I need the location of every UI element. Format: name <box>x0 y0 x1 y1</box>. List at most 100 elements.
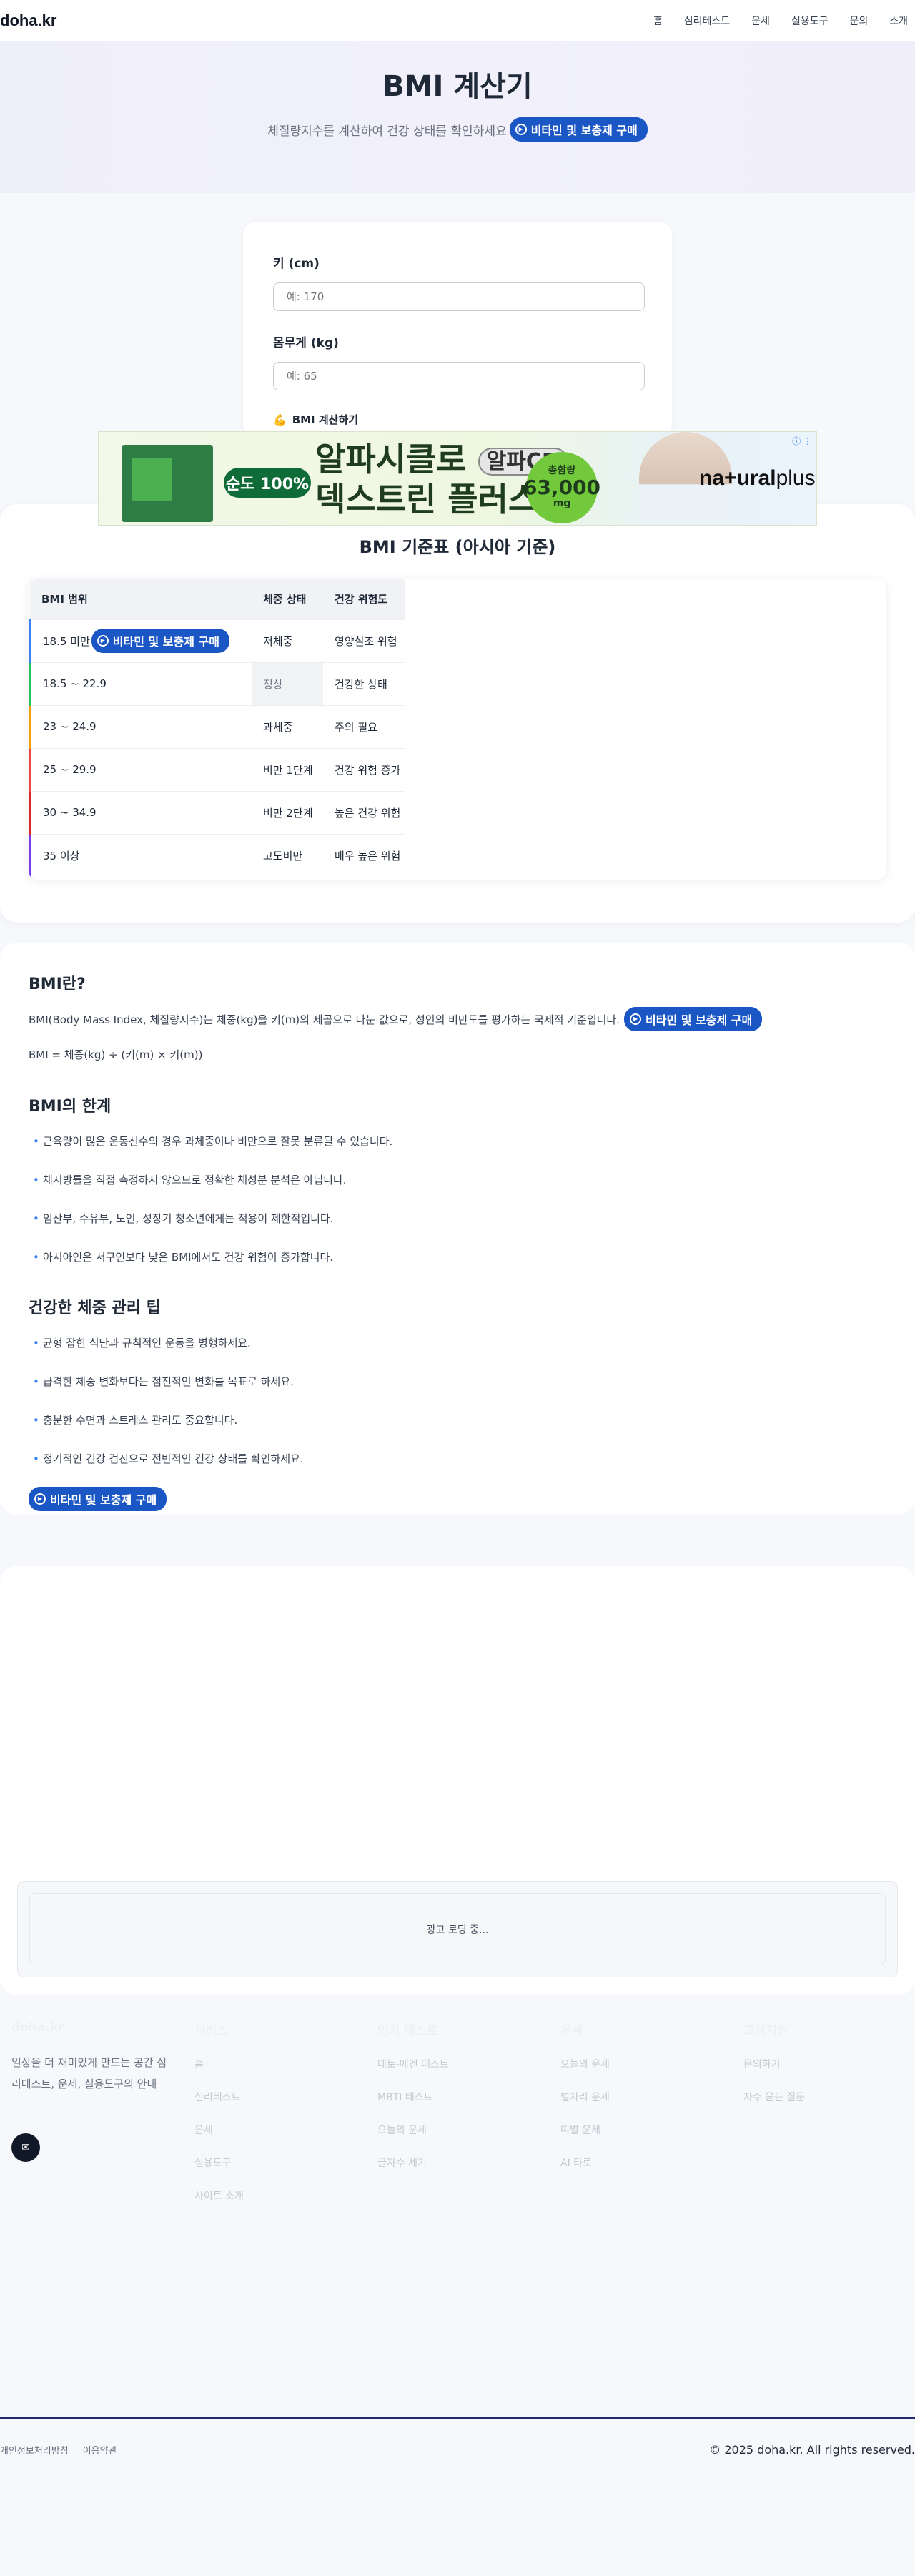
nav-about[interactable]: 소개 <box>889 14 908 28</box>
what-is-bmi-row: BMI(Body Mass Index, 체질량지수)는 체중(kg)을 키(m… <box>29 1007 886 1031</box>
bmi-formula: BMI = 체중(kg) ÷ (키(m) × 키(m)) <box>29 1048 203 1061</box>
top-navigation: doha.kr 홈 심리테스트 운세 실용도구 문의 소개 <box>0 0 915 41</box>
chat-icon[interactable]: ✉ <box>11 2133 40 2162</box>
footer-link[interactable]: MBTI 테스트 <box>377 2090 449 2104</box>
supplement-purchase-link[interactable]: ▶ 비타민 및 보충제 구매 <box>91 629 229 653</box>
health-risk: 건강한 상태 <box>323 662 405 705</box>
legal-links: 개인정보처리방침 이용약관 <box>0 2443 117 2457</box>
supplement-purchase-link[interactable]: ▶ 비타민 및 보충제 구매 <box>509 117 648 142</box>
footer-link[interactable]: 글자수 세기 <box>377 2155 449 2170</box>
footer-link[interactable]: 운세 <box>194 2123 244 2137</box>
table-row: 35 이상 고도비만 매우 높은 위험 <box>29 833 405 877</box>
weight-status: 저체중 <box>252 619 323 662</box>
bmi-range: 25 ~ 29.9 <box>29 747 252 791</box>
play-circle-icon: ▶ <box>630 1013 642 1025</box>
height-input[interactable] <box>273 282 645 311</box>
ad-dosage-badge: 총함량 63,000 mg <box>523 452 601 523</box>
calculate-bmi-button[interactable]: 💪 BMI 계산하기 <box>273 412 358 427</box>
play-circle-icon: ▶ <box>97 635 109 647</box>
supplement-purchase-link[interactable]: ▶ 비타민 및 보충제 구매 <box>29 1487 167 1511</box>
bmi-limits-title: BMI의 한계 <box>29 1098 112 1116</box>
terms-link[interactable]: 이용약관 <box>83 2443 117 2457</box>
bmi-table-card: BMI 범위 체중 상태 건강 위험도 18.5 미만 ▶ 비타민 및 보충제 … <box>29 579 886 880</box>
weight-status: 과체중 <box>252 704 323 748</box>
hero-section: BMI 계산기 체질량지수를 계산하여 건강 상태를 확인하세요 ▶ 비타민 및… <box>0 41 915 193</box>
header-health-risk: 건강 위험도 <box>323 579 405 619</box>
bmi-range-cell: 18.5 미만 ▶ 비타민 및 보충제 구매 <box>29 619 252 662</box>
ad-info-icon[interactable]: ⓘ ⋮ <box>792 435 812 447</box>
weight-status: 고도비만 <box>252 833 323 877</box>
table-row: 30 ~ 34.9 비만 2단계 높은 건강 위험 <box>29 790 405 834</box>
footer-link[interactable]: 문의하기 <box>743 2057 805 2071</box>
footer-link[interactable]: 자주 묻는 질문 <box>743 2090 805 2104</box>
footer-link[interactable]: 테토-에겐 테스트 <box>377 2057 449 2071</box>
flexed-bicep-icon: 💪 <box>273 413 287 426</box>
bmi-range: 18.5 미만 <box>43 634 90 648</box>
bmi-range: 23 ~ 24.9 <box>29 704 252 748</box>
list-item: 아시아인은 서구인보다 낮은 BMI에서도 건강 위험이 증가합니다. <box>29 1244 886 1282</box>
copyright: © 2025 doha.kr. All rights reserved. <box>709 2442 915 2457</box>
ad-loading-container: 광고 로딩 중... <box>17 1881 898 1977</box>
list-item: 근육량이 많은 운동선수의 경우 과체중이나 비만으로 잘못 분류될 수 있습니… <box>29 1128 886 1166</box>
footer-link[interactable]: 띠별 운세 <box>560 2123 610 2137</box>
nav-links: 홈 심리테스트 운세 실용도구 문의 소개 <box>653 14 908 28</box>
list-item: 급격한 체중 변화보다는 점진적인 변화를 목표로 하세요. <box>29 1368 886 1407</box>
privacy-policy-link[interactable]: 개인정보처리방침 <box>0 2443 69 2457</box>
table-row: 25 ~ 29.9 비만 1단계 건강 위험 증가 <box>29 747 405 791</box>
footer-link[interactable]: 오늘의 운세 <box>560 2057 610 2071</box>
nav-tools[interactable]: 실용도구 <box>791 14 829 28</box>
supplement-purchase-label: 비타민 및 보충제 구매 <box>112 635 219 649</box>
height-group: 키 (cm) <box>273 253 645 311</box>
bmi-table: BMI 범위 체중 상태 건강 위험도 18.5 미만 ▶ 비타민 및 보충제 … <box>29 579 405 877</box>
site-logo[interactable]: doha.kr <box>0 11 56 30</box>
ad-brand-logo: na+uralplus <box>699 466 816 491</box>
weight-group: 몸무게 (kg) <box>273 333 645 390</box>
bmi-range: 35 이상 <box>29 833 252 877</box>
play-circle-icon: ▶ <box>34 1493 46 1505</box>
footer-link[interactable]: 실용도구 <box>194 2155 244 2170</box>
weight-status: 비만 1단계 <box>252 747 323 791</box>
health-risk: 영양실조 위험 <box>323 619 405 662</box>
footer-link[interactable]: 심리테스트 <box>194 2090 244 2104</box>
nav-contact[interactable]: 문의 <box>849 14 868 28</box>
header-bmi-range: BMI 범위 <box>30 579 252 619</box>
health-risk: 건강 위험 증가 <box>323 747 405 791</box>
footer-link[interactable]: 사이트 소개 <box>194 2188 244 2203</box>
bmi-form-card: 키 (cm) 몸무게 (kg) 💪 BMI 계산하기 <box>243 222 672 436</box>
footer-column-title: 고객지원 <box>743 2024 788 2038</box>
nav-home[interactable]: 홈 <box>653 14 663 28</box>
footer-divider <box>0 2417 915 2419</box>
ad-loading-text: 광고 로딩 중... <box>29 1893 886 1965</box>
ad-brand-part-c: plus <box>776 466 816 490</box>
footer-bottom: 개인정보처리방침 이용약관 © 2025 doha.kr. All rights… <box>0 2439 915 2460</box>
list-item: 임산부, 수유부, 노인, 성장기 청소년에게는 적용이 제한적입니다. <box>29 1205 886 1244</box>
bmi-limits-list: 근육량이 많은 운동선수의 경우 과체중이나 비만으로 잘못 분류될 수 있습니… <box>29 1128 886 1282</box>
table-row: 23 ~ 24.9 과체중 주의 필요 <box>29 704 405 748</box>
weight-input[interactable] <box>273 362 645 390</box>
weight-tips-title: 건강한 체중 관리 팁 <box>29 1299 161 1317</box>
footer-column-title: 운세 <box>560 2024 583 2038</box>
ad-headline-line1: 알파시클로 <box>315 440 467 478</box>
footer-fortune-column: 운세 오늘의 운세 별자리 운세 띠별 운세 AI 타로 <box>560 2020 610 2170</box>
footer-link[interactable]: AI 타로 <box>560 2155 610 2170</box>
supplement-purchase-link[interactable]: ▶ 비타민 및 보충제 구매 <box>624 1007 763 1031</box>
play-circle-icon: ▶ <box>515 124 527 135</box>
table-row: 18.5 ~ 22.9 정상 건강한 상태 <box>29 662 405 705</box>
ad-banner[interactable]: 순도 100% 알파시클로 알파CD 덱스트린 플러스 총함량 63,000 m… <box>98 431 817 526</box>
footer-link[interactable]: 별자리 운세 <box>560 2090 610 2104</box>
ad-badge-unit: mg <box>553 498 571 510</box>
bmi-range: 18.5 ~ 22.9 <box>29 662 252 705</box>
footer-services-column: 서비스 홈 심리테스트 운세 실용도구 사이트 소개 <box>194 2020 244 2203</box>
list-item: 정기적인 건강 검진으로 전반적인 건강 상태를 확인하세요. <box>29 1445 886 1484</box>
footer-column-title: 인기 테스트 <box>377 2024 438 2038</box>
footer-link[interactable]: 오늘의 운세 <box>377 2123 449 2137</box>
ad-badge-value: 63,000 <box>523 475 601 499</box>
nav-fortune[interactable]: 운세 <box>751 14 770 28</box>
nav-psych-test[interactable]: 심리테스트 <box>684 14 730 28</box>
list-item: 균형 잡힌 식단과 규칙적인 운동을 병행하세요. <box>29 1329 886 1368</box>
what-is-bmi-title: BMI란? <box>29 975 86 993</box>
health-risk: 매우 높은 위험 <box>323 833 405 877</box>
footer-link[interactable]: 홈 <box>194 2057 244 2071</box>
page-title: BMI 계산기 <box>382 70 533 103</box>
table-row: 18.5 미만 ▶ 비타민 및 보충제 구매 저체중 영양실조 위험 <box>29 619 405 662</box>
